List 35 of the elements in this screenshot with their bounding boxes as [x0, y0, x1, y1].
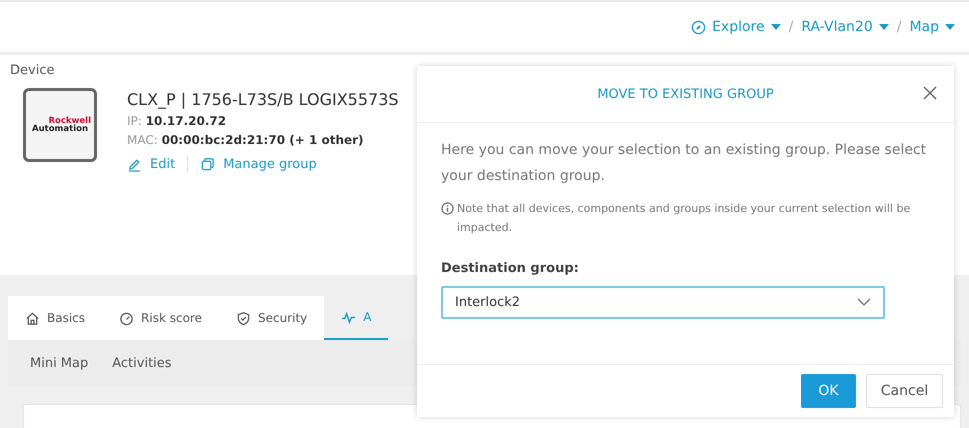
breadcrumb-item[interactable]: Map [909, 19, 955, 35]
breadcrumb-item[interactable]: RA-Vlan20 [801, 19, 889, 35]
edit-link[interactable]: Edit [127, 156, 176, 172]
tab[interactable]: Security [218, 296, 324, 340]
subtab[interactable]: Activities [112, 356, 172, 370]
shield-icon [236, 310, 251, 326]
caret-icon [945, 24, 955, 30]
caret-icon [770, 24, 781, 30]
copy-icon [200, 156, 216, 172]
breadcrumb-separator: / [896, 19, 902, 35]
pulse-icon [341, 310, 356, 324]
compass-icon [691, 20, 706, 34]
gauge-icon [119, 310, 134, 326]
tab[interactable]: Risk score [102, 296, 219, 340]
pencil-icon [127, 156, 142, 172]
device-title: CLX_P | 1756-L73S/B LOGIX5573S [127, 90, 399, 109]
device-logo: Rockwell Automation [23, 88, 97, 162]
field-label: Destination group: [441, 261, 580, 276]
home-icon [25, 310, 40, 326]
mac-address: MAC: 00:00:bc:2d:21:70 (+ 1 other) [127, 133, 365, 147]
dialog-title: MOVE TO EXISTING GROUP [597, 86, 774, 102]
caret-icon [878, 24, 889, 30]
tab[interactable]: Basics [8, 296, 102, 340]
destination-dropdown[interactable]: Interlock2 [441, 286, 885, 319]
cancel-button[interactable]: Cancel [866, 374, 943, 408]
info-icon [441, 202, 454, 215]
breadcrumb-separator: / [788, 19, 794, 35]
dialog-message: Here you can move your selection to an existing group. Please select your destination group. [441, 141, 928, 186]
section-label: Device [10, 63, 56, 78]
manage-group-link[interactable]: Manage group [200, 156, 317, 172]
ip-address: IP: 10.17.20.72 [127, 114, 228, 128]
subtab[interactable]: Mini Map [30, 356, 88, 370]
chevron-down-icon [857, 298, 871, 307]
breadcrumb-item[interactable]: Explore [691, 19, 781, 35]
note-text: Note that all devices, components and groups inside your current selection will be impacted. [457, 201, 912, 236]
